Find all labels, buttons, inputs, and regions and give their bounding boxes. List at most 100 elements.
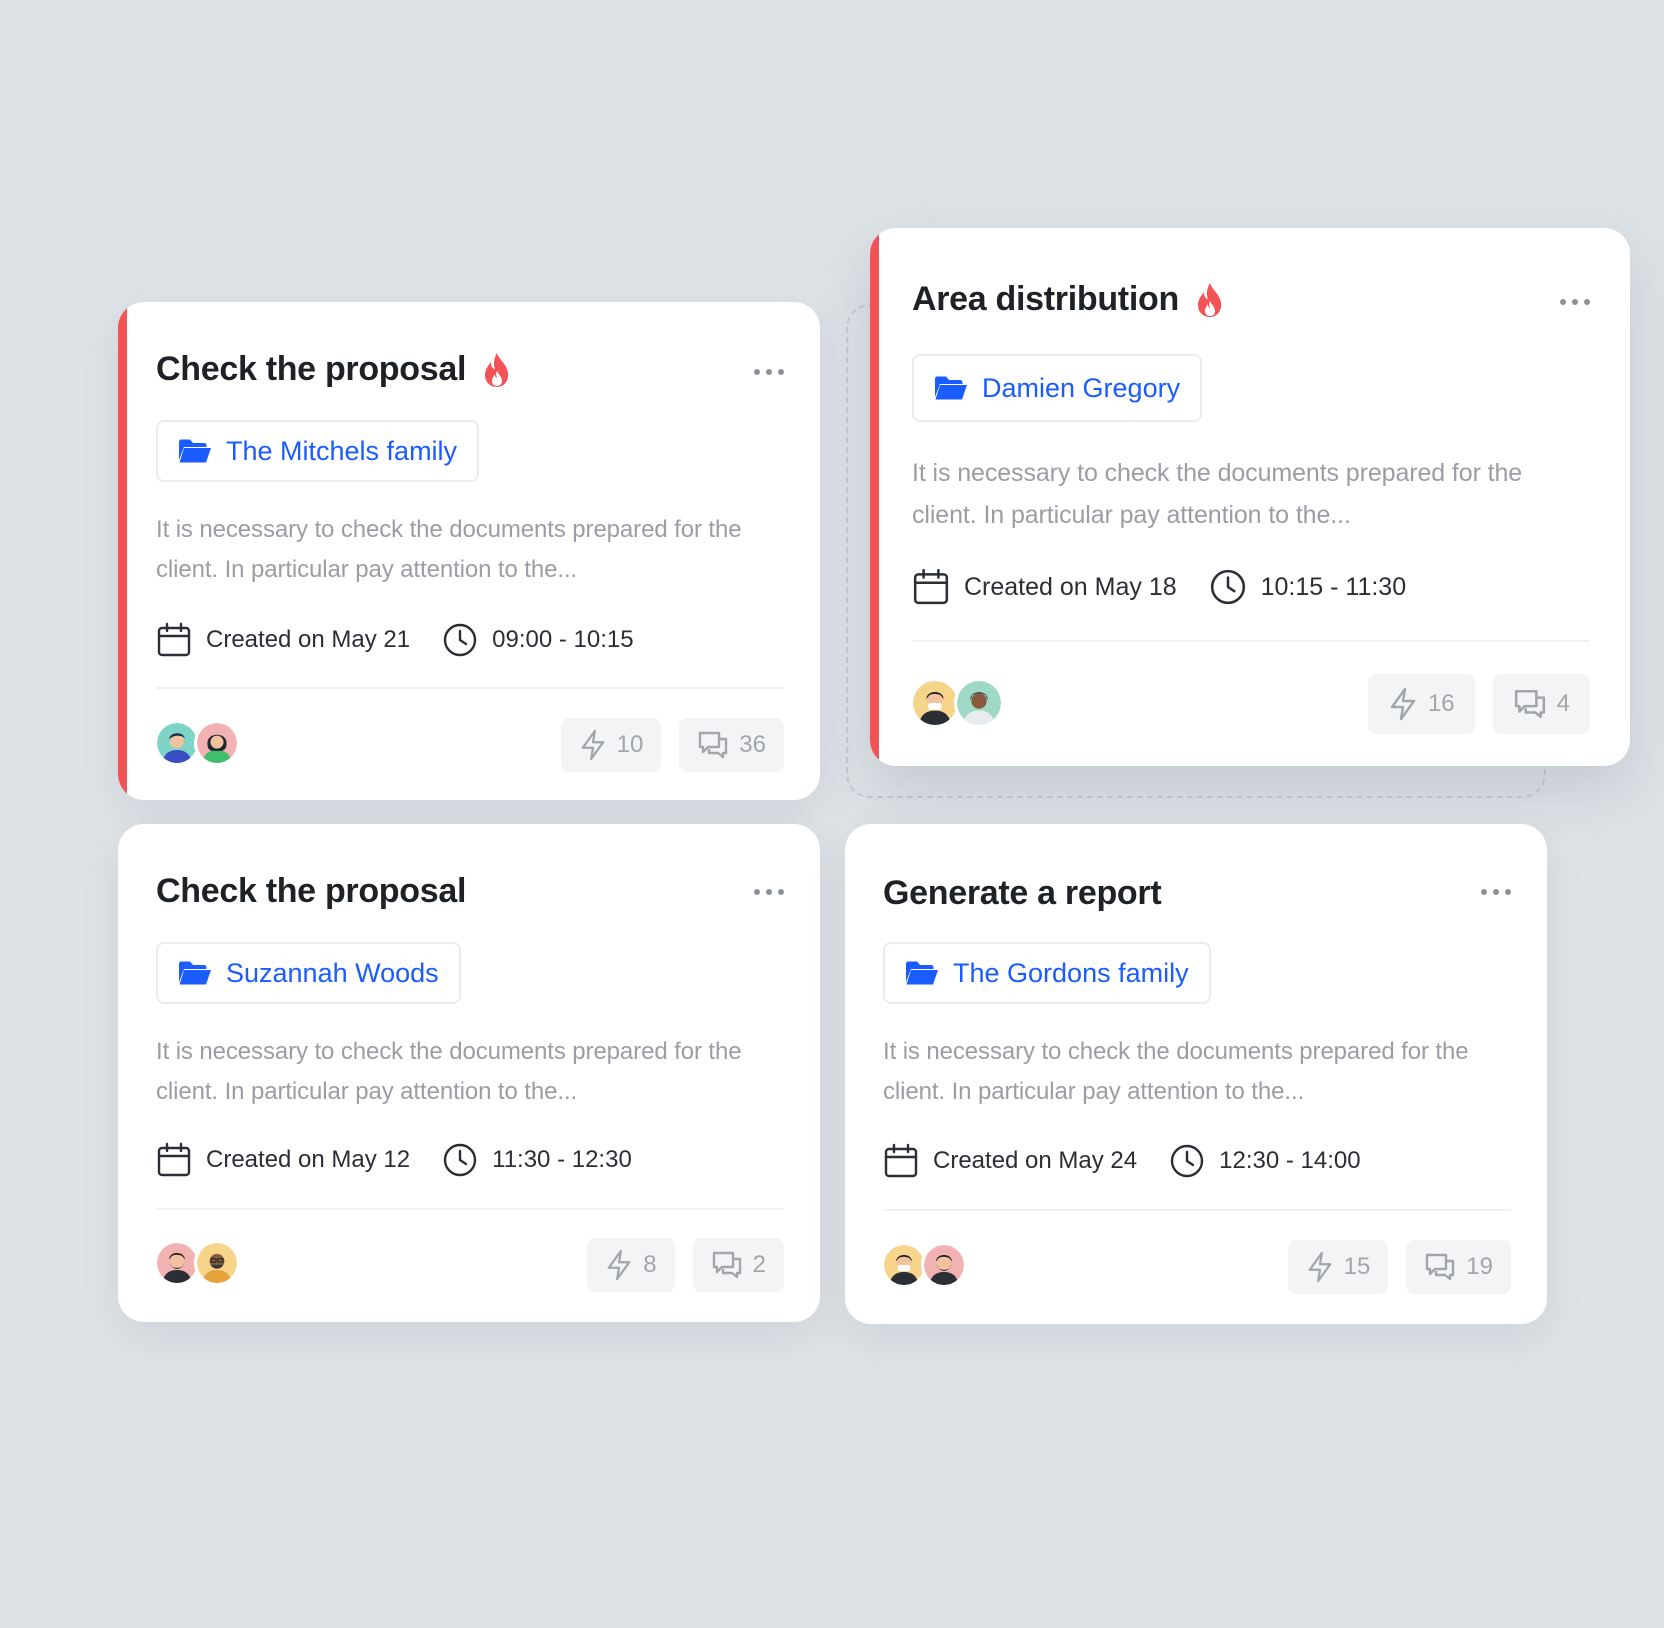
created-date: Created on May 18 [912, 568, 1177, 606]
client-tag[interactable]: Damien Gregory [912, 354, 1203, 422]
more-icon[interactable] [754, 882, 784, 902]
comment-icon [711, 1250, 743, 1280]
card-meta: Created on May 18 10:15 - 11:30 [912, 568, 1438, 606]
client-tag[interactable]: The Gordons family [883, 942, 1211, 1004]
card-title: Area distribution [912, 280, 1179, 318]
divider [156, 687, 784, 689]
assignees [881, 1242, 967, 1288]
calendar-icon [912, 568, 950, 606]
created-date: Created on May 24 [883, 1143, 1137, 1179]
created-text: Created on May 24 [933, 1147, 1138, 1174]
comments-stat[interactable]: 36 [679, 718, 784, 772]
assignees [154, 1240, 240, 1286]
bolt-icon [605, 1249, 633, 1281]
card-description: It is necessary to check the documents p… [912, 459, 1523, 529]
card-stats: 10 36 [560, 718, 784, 772]
calendar-icon [156, 622, 192, 658]
card-description: It is necessary to check the documents p… [156, 516, 742, 583]
tasks-stat[interactable]: 15 [1287, 1240, 1389, 1294]
time-range: 10:15 - 11:30 [1209, 568, 1406, 606]
bolt-icon [1306, 1251, 1334, 1283]
time-text: 10:15 - 11:30 [1260, 572, 1407, 601]
time-range: 09:00 - 10:15 [442, 622, 634, 658]
avatar[interactable] [921, 1242, 967, 1288]
comment-icon [1513, 688, 1547, 720]
time-range: 12:30 - 14:00 [1169, 1143, 1361, 1179]
comments-count: 2 [752, 1251, 766, 1278]
task-card[interactable]: Check the proposal Suzannah Woods It is … [118, 824, 820, 1322]
card-header: Area distribution [912, 280, 1225, 319]
tasks-count: 10 [616, 731, 644, 758]
card-title: Check the proposal [156, 350, 467, 388]
created-text: Created on May 18 [964, 572, 1177, 601]
folder-icon [178, 960, 212, 986]
calendar-icon [156, 1142, 192, 1178]
time-text: 12:30 - 14:00 [1219, 1147, 1361, 1174]
clock-icon [442, 1142, 478, 1178]
bolt-icon [579, 729, 607, 761]
card-title: Check the proposal [156, 872, 467, 910]
tasks-count: 8 [643, 1251, 657, 1278]
created-text: Created on May 21 [206, 626, 411, 653]
assignees [154, 720, 240, 766]
card-stats: 16 4 [1367, 674, 1590, 734]
avatar[interactable] [194, 1240, 240, 1286]
comments-count: 4 [1556, 690, 1570, 717]
card-title: Generate a report [883, 874, 1162, 912]
task-card[interactable]: Area distribution Damien Gregory It is n… [870, 228, 1630, 766]
tasks-stat[interactable]: 16 [1367, 674, 1475, 734]
bolt-icon [1388, 687, 1418, 721]
comment-icon [1424, 1252, 1456, 1282]
folder-icon [934, 375, 968, 401]
card-meta: Created on May 21 09:00 - 10:15 [156, 622, 666, 658]
tasks-count: 15 [1343, 1253, 1371, 1280]
card-stats: 15 19 [1287, 1240, 1511, 1294]
task-card[interactable]: Generate a report The Gordons family It … [845, 824, 1547, 1324]
card-description: It is necessary to check the documents p… [156, 1038, 742, 1105]
time-text: 11:30 - 12:30 [492, 1146, 632, 1173]
created-date: Created on May 21 [156, 622, 410, 658]
comments-count: 36 [739, 731, 766, 758]
time-text: 09:00 - 10:15 [492, 626, 634, 653]
folder-icon [178, 438, 212, 464]
card-stats: 8 2 [587, 1238, 784, 1292]
avatar[interactable] [910, 678, 960, 728]
client-tag[interactable]: Suzannah Woods [156, 942, 461, 1004]
client-name: Suzannah Woods [226, 957, 439, 988]
clock-icon [442, 622, 478, 658]
comments-count: 19 [1466, 1253, 1493, 1280]
fire-icon [1195, 282, 1225, 318]
card-header: Check the proposal [156, 350, 512, 389]
card-header: Check the proposal [156, 872, 466, 911]
more-icon[interactable] [1481, 882, 1511, 902]
client-name: Damien Gregory [982, 372, 1181, 403]
divider [883, 1209, 1511, 1211]
comments-stat[interactable]: 19 [1406, 1240, 1511, 1294]
avatar[interactable] [194, 720, 240, 766]
divider [912, 640, 1590, 642]
tasks-stat[interactable]: 8 [587, 1238, 675, 1292]
calendar-icon [883, 1143, 919, 1179]
time-range: 11:30 - 12:30 [442, 1142, 632, 1178]
fire-icon [482, 352, 512, 388]
card-meta: Created on May 12 11:30 - 12:30 [156, 1142, 664, 1178]
avatar[interactable] [954, 678, 1004, 728]
client-name: The Mitchels family [226, 435, 458, 466]
comment-icon [697, 730, 729, 760]
clock-icon [1169, 1143, 1205, 1179]
card-header: Generate a report [883, 874, 1162, 913]
comments-stat[interactable]: 4 [1492, 674, 1590, 734]
client-tag[interactable]: The Mitchels family [156, 420, 480, 482]
task-card[interactable]: Check the proposal The Mitchels family I… [118, 302, 820, 800]
more-icon[interactable] [754, 362, 784, 382]
divider [156, 1208, 784, 1210]
more-icon[interactable] [1560, 292, 1590, 312]
created-date: Created on May 12 [156, 1142, 410, 1178]
tasks-stat[interactable]: 10 [560, 718, 662, 772]
folder-icon [905, 960, 939, 986]
card-description: It is necessary to check the documents p… [883, 1038, 1469, 1105]
card-meta: Created on May 24 12:30 - 14:00 [883, 1143, 1393, 1179]
clock-icon [1209, 568, 1247, 606]
created-text: Created on May 12 [206, 1146, 411, 1173]
comments-stat[interactable]: 2 [692, 1238, 784, 1292]
